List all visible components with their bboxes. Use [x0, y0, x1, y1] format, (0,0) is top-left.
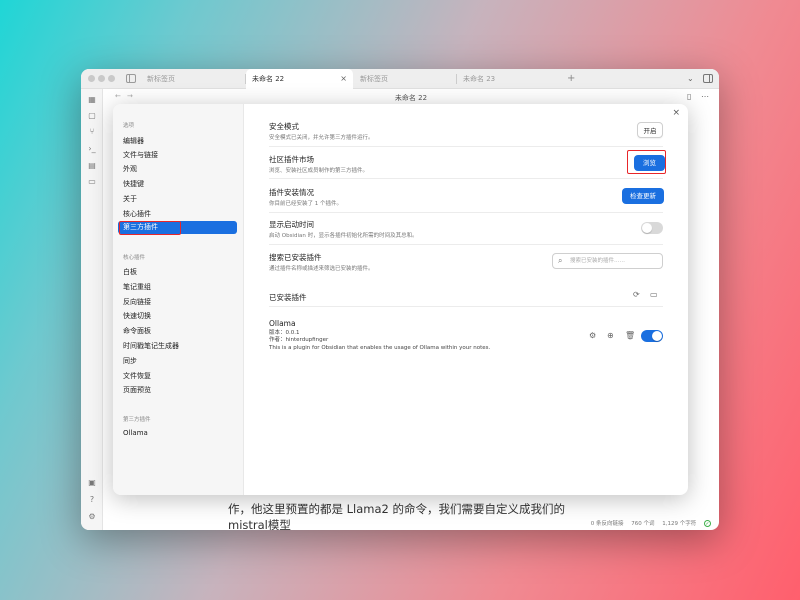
settings-sidebar: 选项 编辑器 文件与链接 外观 快捷键 关于 核心插件 第三方插件 核心插件 白…: [113, 104, 244, 495]
window-minimize-dot[interactable]: [98, 75, 105, 82]
search-input[interactable]: [570, 256, 658, 266]
add-hotkey-icon[interactable]: ⊕: [607, 331, 614, 340]
sidebar-item-command-palette[interactable]: 命令面板: [123, 326, 151, 336]
file-icon[interactable]: ▢: [87, 111, 97, 121]
chevron-down-icon[interactable]: ⌄: [687, 69, 694, 89]
toggle-knob: [652, 331, 662, 341]
tab-untitled-22[interactable]: 未命名 22 ×: [246, 69, 353, 89]
divider: [269, 306, 663, 307]
plugin-enabled-toggle[interactable]: [641, 330, 663, 342]
sidebar-item-ollama[interactable]: Ollama: [123, 429, 148, 437]
gear-icon[interactable]: ⚙: [589, 331, 596, 340]
editor-text[interactable]: 作，他这里预置的都是 Llama2 的命令，我们需要自定义成我们的 mistra…: [228, 501, 608, 530]
more-options-icon[interactable]: ⋯: [701, 92, 709, 101]
settings-content: 安全模式 安全模式已关闭，并允许第三方插件运行。 开启 社区插件市场 浏览、安装…: [244, 104, 688, 495]
calendar-icon[interactable]: ▤: [87, 161, 97, 171]
toggle-knob: [642, 223, 652, 233]
sidebar-item-canvas[interactable]: 白板: [123, 267, 137, 277]
options-heading: 选项: [123, 123, 135, 129]
highlight-box: [627, 150, 666, 174]
tab-untitled-23[interactable]: 未命名 23: [457, 69, 557, 89]
setting-desc-startup-time: 启动 Obsidian 时，显示各插件初始化所需的时间及其总和。: [269, 233, 418, 239]
sync-check-icon[interactable]: ✓: [704, 520, 711, 527]
reload-icon[interactable]: ⟳: [633, 290, 640, 299]
setting-desc-community-market: 浏览、安装社区成员制作的第三方插件。: [269, 168, 369, 174]
setting-desc-search-installed: 通过插件名称或描述来筛选已安装的插件。: [269, 266, 374, 272]
plugin-name: Ollama: [269, 319, 296, 328]
backlinks-count[interactable]: 0 条反向链接: [591, 521, 624, 527]
tab-label: 未命名 22: [252, 75, 285, 83]
status-bar: 0 条反向链接 760 个词 1,129 个字符 ✓: [585, 519, 711, 527]
setting-title-community-market: 社区插件市场: [269, 155, 314, 164]
trash-icon[interactable]: 🗑: [625, 331, 635, 340]
installed-plugins-heading: 已安装插件: [269, 293, 307, 302]
divider: [269, 244, 663, 245]
tab-new-2[interactable]: 新标签页: [354, 69, 456, 89]
vault-icon[interactable]: ▣: [87, 478, 97, 488]
folder-icon[interactable]: ▭: [650, 290, 658, 299]
plugin-author: 作者：hinterdupfinger: [269, 337, 329, 343]
word-count: 760 个词: [631, 521, 655, 527]
sidebar-item-sync[interactable]: 同步: [123, 356, 137, 366]
check-updates-button[interactable]: 检查更新: [622, 188, 664, 204]
sidebar-item-note-composer[interactable]: 笔记重组: [123, 282, 151, 292]
close-icon[interactable]: ×: [340, 69, 347, 89]
left-ribbon: ▦ ▢ ⑂ ›_ ▤ ▭ ▣ ? ⚙: [81, 89, 103, 530]
highlight-box: [119, 221, 181, 235]
tab-label: 新标签页: [360, 75, 388, 83]
sidebar-item-file-recovery[interactable]: 文件恢复: [123, 371, 151, 381]
new-tab-icon[interactable]: +: [567, 69, 575, 89]
sidebar-item-unique-note[interactable]: 时间戳笔记生成器: [123, 341, 179, 351]
sidebar-item-backlinks[interactable]: 反向链接: [123, 297, 151, 307]
tab-label: 新标签页: [147, 75, 175, 83]
char-count: 1,129 个字符: [662, 521, 697, 527]
sidebar-item-page-preview[interactable]: 页面预览: [123, 385, 151, 395]
window-close-dot[interactable]: [88, 75, 95, 82]
startup-time-toggle[interactable]: [641, 222, 663, 234]
core-plugins-heading: 核心插件: [123, 255, 146, 261]
gear-icon[interactable]: ⚙: [87, 512, 97, 522]
sidebar-item-appearance[interactable]: 外观: [123, 164, 137, 174]
note-title[interactable]: 未命名 22: [103, 93, 719, 103]
tab-new-1[interactable]: 新标签页: [141, 69, 245, 89]
setting-desc-safe-mode: 安全模式已关闭，并允许第三方插件运行。: [269, 135, 374, 141]
terminal-icon[interactable]: ›_: [87, 144, 97, 154]
note-navbar: ← → 未命名 22 ▯ ⋯: [103, 89, 719, 105]
tab-label: 未命名 23: [463, 75, 496, 83]
divider: [269, 178, 663, 179]
third-party-heading: 第三方插件: [123, 417, 151, 423]
template-icon[interactable]: ▭: [87, 177, 97, 187]
plugin-search-field[interactable]: ⌕: [552, 253, 663, 269]
sidebar-item-core-plugins[interactable]: 核心插件: [123, 209, 151, 219]
setting-title-startup-time: 显示启动时间: [269, 220, 314, 229]
search-icon: ⌕: [558, 256, 563, 265]
window-zoom-dot[interactable]: [108, 75, 115, 82]
reading-view-icon[interactable]: ▯: [687, 92, 691, 101]
right-sidebar-toggle-icon[interactable]: [703, 74, 713, 83]
sidebar-item-quick-switcher[interactable]: 快速切换: [123, 311, 151, 321]
sidebar-item-hotkeys[interactable]: 快捷键: [123, 179, 144, 189]
setting-title-install-status: 插件安装情况: [269, 188, 314, 197]
divider: [269, 212, 663, 213]
setting-title-search-installed: 搜索已安装插件: [269, 253, 322, 262]
divider: [269, 146, 663, 147]
setting-desc-install-status: 你目前已经安装了 1 个插件。: [269, 201, 342, 207]
graph-icon[interactable]: ⑂: [87, 127, 97, 137]
safe-mode-on-button[interactable]: 开启: [637, 122, 663, 138]
settings-modal: 选项 编辑器 文件与链接 外观 快捷键 关于 核心插件 第三方插件 核心插件 白…: [113, 104, 688, 495]
plugin-description: This is a plugin for Obsidian that enabl…: [269, 345, 491, 351]
sidebar-item-files-links[interactable]: 文件与链接: [123, 150, 158, 160]
tab-bar: 新标签页 未命名 22 × 新标签页 未命名 23 + ⌄: [81, 69, 719, 89]
sidebar-item-about[interactable]: 关于: [123, 194, 137, 204]
setting-title-safe-mode: 安全模式: [269, 122, 299, 131]
help-icon[interactable]: ?: [87, 495, 97, 505]
grid-icon[interactable]: ▦: [87, 95, 97, 105]
sidebar-toggle-icon[interactable]: [126, 74, 136, 83]
sidebar-item-editor[interactable]: 编辑器: [123, 136, 144, 146]
